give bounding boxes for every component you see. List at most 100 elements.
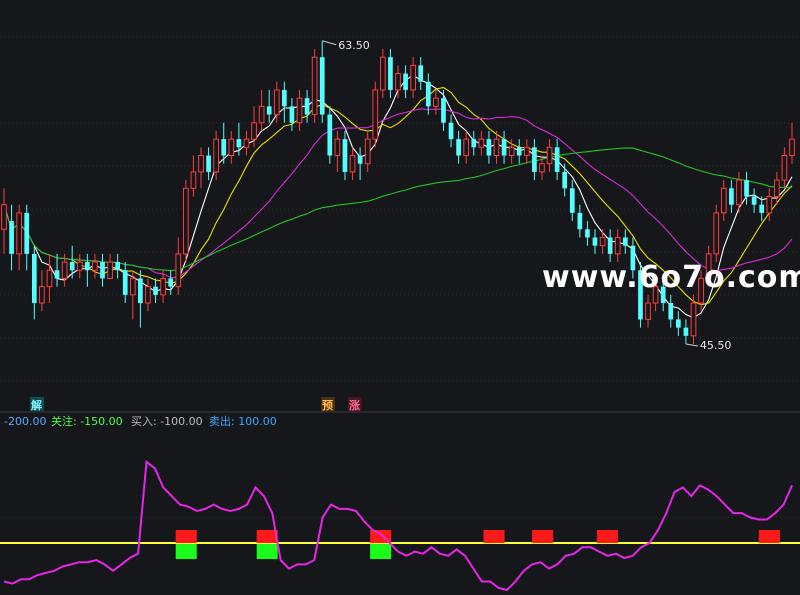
candle-body xyxy=(773,179,780,197)
candle-body xyxy=(100,262,105,279)
candle-body xyxy=(31,253,37,304)
candle-body xyxy=(221,139,227,156)
candle-body xyxy=(107,261,113,279)
candle-body xyxy=(486,139,492,156)
candle-body xyxy=(24,212,30,254)
candle-body xyxy=(546,146,553,165)
sell-signal-block xyxy=(532,530,554,544)
candle-body xyxy=(585,229,590,238)
sell-signal-block xyxy=(256,530,278,544)
candle-body xyxy=(379,56,386,91)
candle-body xyxy=(61,261,68,279)
candle-body xyxy=(153,286,158,295)
candle-body xyxy=(720,187,727,214)
candle-body xyxy=(463,138,470,157)
candle-body xyxy=(190,171,197,189)
candle-body xyxy=(516,147,522,156)
candle-body xyxy=(690,302,697,337)
candle-body xyxy=(441,98,446,123)
sell-signal-block xyxy=(175,530,197,544)
candle-body xyxy=(236,139,242,148)
candle-body xyxy=(607,237,613,254)
candle-body xyxy=(115,262,121,271)
stock-chart: 63.50 45.50 解 预 涨 www.6o7o.com -200.00 关… xyxy=(0,36,800,592)
candle-body xyxy=(289,106,295,123)
candle-body xyxy=(364,138,371,165)
candle-body xyxy=(781,155,788,181)
candle-body xyxy=(751,196,757,205)
buy-signal-block xyxy=(370,544,392,560)
candle-body xyxy=(206,155,211,172)
candle-body xyxy=(433,97,439,107)
candle-body xyxy=(478,138,485,148)
candle-body xyxy=(683,327,689,336)
candle-body xyxy=(448,122,454,140)
candle-body xyxy=(182,187,189,255)
candle-body xyxy=(425,81,431,107)
candle-body xyxy=(251,122,257,140)
candle-body xyxy=(273,89,280,116)
badge-zhang: 涨 xyxy=(348,397,362,412)
candle-body xyxy=(39,286,45,304)
candle-body xyxy=(744,180,749,197)
high-price-label: 63.50 xyxy=(338,39,370,52)
candle-body xyxy=(713,212,720,255)
candle-body xyxy=(410,64,417,91)
indicator-line xyxy=(3,460,793,592)
candle-body xyxy=(523,146,530,157)
badge-yu-text: 预 xyxy=(322,398,333,412)
badge-zhang-text: 涨 xyxy=(349,398,360,412)
candle-body xyxy=(592,237,598,246)
candle-body xyxy=(562,171,568,189)
candle-body xyxy=(175,253,182,288)
candle-body xyxy=(569,188,575,213)
candle-body xyxy=(493,138,500,157)
candle-body xyxy=(160,277,166,296)
candle-body xyxy=(9,221,14,254)
buy-signal-block xyxy=(256,544,278,560)
indicator-value-label: -200.00 xyxy=(4,415,46,428)
candle-body xyxy=(508,146,515,157)
candle-body xyxy=(766,196,773,214)
badge-jie: 解 xyxy=(30,397,44,412)
candle-body xyxy=(645,302,651,320)
candle-body xyxy=(129,277,136,296)
candle-body xyxy=(395,73,401,91)
candle-body xyxy=(213,138,220,173)
candle-body xyxy=(736,179,742,206)
high-leader xyxy=(322,40,337,46)
candle-body xyxy=(168,278,174,287)
candle-body xyxy=(76,261,83,271)
candle-body xyxy=(258,105,265,124)
candle-body xyxy=(296,97,303,124)
candle-body xyxy=(266,106,272,115)
candle-body xyxy=(388,57,393,90)
candle-body xyxy=(84,262,90,271)
candle-body xyxy=(759,204,765,213)
candle-body xyxy=(577,212,583,230)
signal-blocks xyxy=(175,530,780,560)
candle-body xyxy=(349,155,356,173)
candle-body xyxy=(311,56,318,116)
candle-body xyxy=(622,237,628,246)
candle-body xyxy=(16,212,23,255)
candle-body xyxy=(675,319,681,328)
sell-signal-block xyxy=(596,530,618,544)
candle-body xyxy=(92,261,98,271)
candle-body xyxy=(319,57,325,115)
candle-body xyxy=(418,65,424,82)
buy-level-label: 买入: -100.00 xyxy=(131,415,203,428)
candle-body xyxy=(198,155,204,173)
candle-body xyxy=(357,155,363,164)
candle-body xyxy=(456,139,461,156)
ma60-line xyxy=(3,147,792,272)
badge-jie-text: 解 xyxy=(31,398,42,412)
candle-body xyxy=(729,188,734,205)
candle-body xyxy=(471,139,477,148)
candle-body xyxy=(668,303,674,320)
sell-level-label: 卖出: 100.00 xyxy=(209,414,277,428)
candle-body xyxy=(281,89,287,107)
candle-body xyxy=(501,139,507,156)
indicator-header: -200.00 关注: -150.00 买入: -100.00 卖出: 100.… xyxy=(4,414,277,428)
candle-body xyxy=(54,270,60,279)
